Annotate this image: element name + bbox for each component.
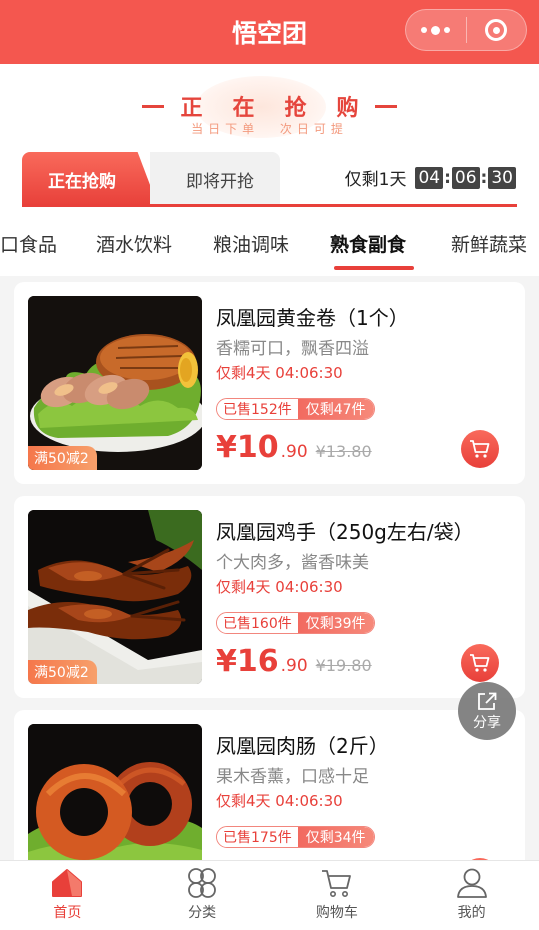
product-name: 凤凰园鸡手（250g左右/袋） [216,520,474,544]
bottom-tab-bar: 首页 分类 购物车 我的 [0,860,539,930]
slogan: 正 在 抢 购 [0,90,539,122]
user-icon [456,868,487,898]
product-description: 个大肉多，酱香味美 [216,553,369,573]
promo-badge: 满50减2 [28,446,97,470]
remaining-count: 仅剩39件 [297,613,374,633]
original-price: ¥19.80 [315,656,372,675]
remaining-count: 仅剩47件 [297,399,374,419]
price-decimal: .90 [280,656,308,676]
countdown-separator: : [480,167,488,188]
subline-right: 次日可提 [279,122,348,136]
tab-underline [22,204,517,207]
remaining-count: 仅剩34件 [297,827,374,847]
price-integer: ¥10 [216,430,279,465]
braised-chicken-feet-image [28,510,202,684]
tab-flash-sale-now[interactable]: 正在抢购 [22,152,158,206]
more-dots-icon [421,25,451,35]
more-menu-button[interactable] [406,9,466,51]
category-icon [188,868,217,898]
countdown-separator: : [444,167,451,188]
category-tab[interactable]: 酒水饮料 [96,230,172,257]
product-price: ¥10 .90 ¥13.80 [216,430,372,465]
countdown-minutes: 06 [451,166,480,189]
home-icon [52,869,83,897]
tab-label: 购物车 [315,905,358,921]
tab-label: 首页 [53,905,82,921]
category-tab[interactable]: 粮油调味 [213,230,289,257]
share-button[interactable]: 分享 [458,682,516,740]
slogan-dash-left [142,104,165,108]
category-active-indicator [334,266,414,270]
slogan-char: 正 [180,96,203,121]
product-time-remaining: 仅剩4天 04:06:30 [216,364,343,382]
countdown-timer: 仅剩1天 04 : 06 : 30 [345,165,517,190]
price-decimal: .90 [280,442,308,462]
product-price: ¥16 .90 ¥19.80 [216,644,372,679]
mini-program-capsule [405,9,527,51]
sold-count: 已售160件 [217,613,298,633]
tab-label: 分类 [188,905,217,921]
roast-roll-image [28,296,202,470]
category-tab[interactable]: 口食品 [0,230,57,257]
product-time-remaining: 仅剩4天 04:06:30 [216,792,343,810]
product-description: 香糯可口，飘香四溢 [216,339,369,359]
slogan-char: 购 [336,96,359,121]
share-icon [478,692,497,710]
navigation-bar: 悟空团 [0,0,539,64]
tab-home[interactable]: 首页 [0,861,135,930]
sold-count: 已售175件 [217,827,298,847]
slogan-subline: 当日下单 次日可提 [0,120,539,137]
product-image[interactable]: 满50减2 [28,510,202,684]
countdown-label: 仅剩1天 [344,170,407,190]
category-tab[interactable]: 新鲜蔬菜 [451,230,527,257]
stock-status: 已售175件 仅剩34件 [216,826,375,848]
product-image[interactable]: 满50减2 [28,296,202,470]
stock-status: 已售152件 仅剩47件 [216,398,375,420]
countdown-seconds: 30 [488,166,516,189]
add-to-cart-button[interactable] [461,430,499,468]
product-name: 凤凰园肉肠（2斤） [216,734,389,758]
tab-mine[interactable]: 我的 [404,861,539,930]
cart-icon [470,440,490,458]
product-card[interactable]: 满50减2 凤凰园黄金卷（1个） 香糯可口，飘香四溢 仅剩4天 04:06:30… [14,282,525,484]
product-name: 凤凰园黄金卷（1个） [216,306,409,330]
close-program-button[interactable] [466,9,526,51]
close-target-icon [485,19,508,41]
countdown-hours: 04 [415,166,444,189]
sold-count: 已售152件 [217,399,298,419]
slogan-char: 在 [232,96,255,121]
promo-badge: 满50减2 [28,660,97,684]
tab-cart[interactable]: 购物车 [270,861,405,930]
original-price: ¥13.80 [315,442,372,461]
product-description: 果木香薰，口感十足 [216,767,369,787]
slogan-text: 正 在 抢 购 [180,90,358,122]
slogan-dash-right [374,104,397,108]
product-time-remaining: 仅剩4天 04:06:30 [216,578,343,596]
flash-sale-hero: 正 在 抢 购 当日下单 次日可提 正在抢购 即将开抢 仅剩1天 04 : 06… [0,64,539,216]
tab-coming-soon[interactable]: 即将开抢 [150,152,280,206]
category-tab-active[interactable]: 熟食副食 [330,230,406,257]
product-card[interactable]: 满50减2 凤凰园鸡手（250g左右/袋） 个大肉多，酱香味美 仅剩4天 04:… [14,496,525,698]
tab-category[interactable]: 分类 [135,861,270,930]
stock-status: 已售160件 仅剩39件 [216,612,375,634]
category-tabs: 口食品 酒水饮料 粮油调味 熟食副食 新鲜蔬菜 [0,216,539,276]
slogan-char: 抢 [284,96,307,121]
share-label: 分享 [473,714,501,731]
price-integer: ¥16 [216,644,279,679]
add-to-cart-button[interactable] [461,644,499,682]
tab-label: 我的 [457,905,486,921]
cart-icon [321,870,351,897]
cart-icon [470,654,490,672]
subline-left: 当日下单 [191,122,260,136]
